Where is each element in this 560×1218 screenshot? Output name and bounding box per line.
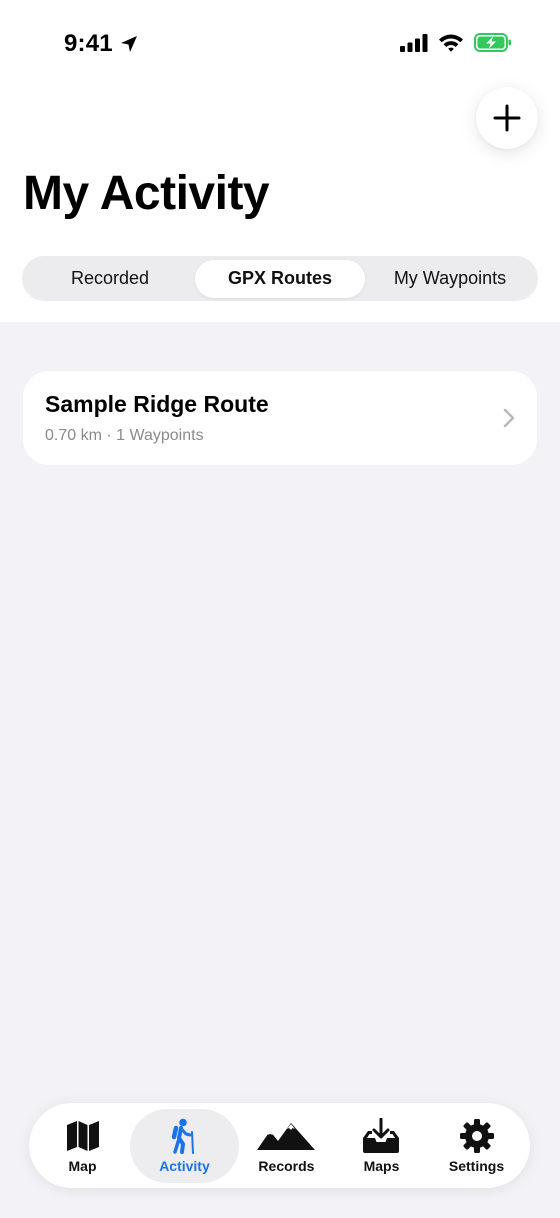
tab-label: Settings xyxy=(448,1157,505,1174)
segment-my-waypoints[interactable]: My Waypoints xyxy=(365,260,535,298)
route-card[interactable]: Sample Ridge Route 0.70 km · 1 Waypoints xyxy=(23,371,537,465)
wifi-icon xyxy=(439,34,463,52)
status-icons xyxy=(400,33,512,52)
tab-settings[interactable]: Settings xyxy=(429,1109,524,1183)
location-arrow-icon xyxy=(120,36,137,52)
cellular-signal-icon xyxy=(400,33,428,52)
battery-charging-icon xyxy=(474,33,511,52)
segment-gpx-routes[interactable]: GPX Routes xyxy=(195,259,365,298)
map-icon xyxy=(66,1120,99,1151)
tab-maps[interactable]: Maps xyxy=(334,1109,429,1183)
chevron-right-icon xyxy=(503,408,515,428)
tab-label: Activity xyxy=(159,1157,210,1174)
status-time-label: 9:41 xyxy=(64,30,113,57)
tab-bar: Map Activity Records Maps Settings xyxy=(29,1103,530,1188)
segment-label: My Waypoints xyxy=(393,268,507,288)
hiker-icon xyxy=(172,1118,195,1154)
tab-map[interactable]: Map xyxy=(35,1109,130,1183)
mountains-icon xyxy=(257,1122,316,1150)
status-bar: 9:41 xyxy=(0,0,560,90)
route-meta: 0.70 km · 1 Waypoints xyxy=(45,427,204,444)
segment-recorded[interactable]: Recorded xyxy=(25,260,195,298)
page-title: My Activity xyxy=(23,167,270,220)
tab-label: Records xyxy=(258,1157,315,1174)
tab-label: Map xyxy=(68,1157,97,1174)
segment-label: Recorded xyxy=(70,268,150,288)
status-time: 9:41 xyxy=(64,30,139,58)
tab-label: Maps xyxy=(363,1157,400,1174)
route-name: Sample Ridge Route xyxy=(45,391,269,417)
segment-label: GPX Routes xyxy=(227,268,333,288)
segmented-control: Recorded GPX Routes My Waypoints xyxy=(22,256,538,301)
tray-download-icon xyxy=(363,1117,400,1153)
tab-records[interactable]: Records xyxy=(239,1109,334,1183)
add-button[interactable] xyxy=(476,87,538,149)
tab-activity[interactable]: Activity xyxy=(130,1108,239,1183)
content-area: Sample Ridge Route 0.70 km · 1 Waypoints xyxy=(0,322,560,1218)
plus-icon xyxy=(493,104,521,132)
gear-icon xyxy=(459,1118,494,1153)
